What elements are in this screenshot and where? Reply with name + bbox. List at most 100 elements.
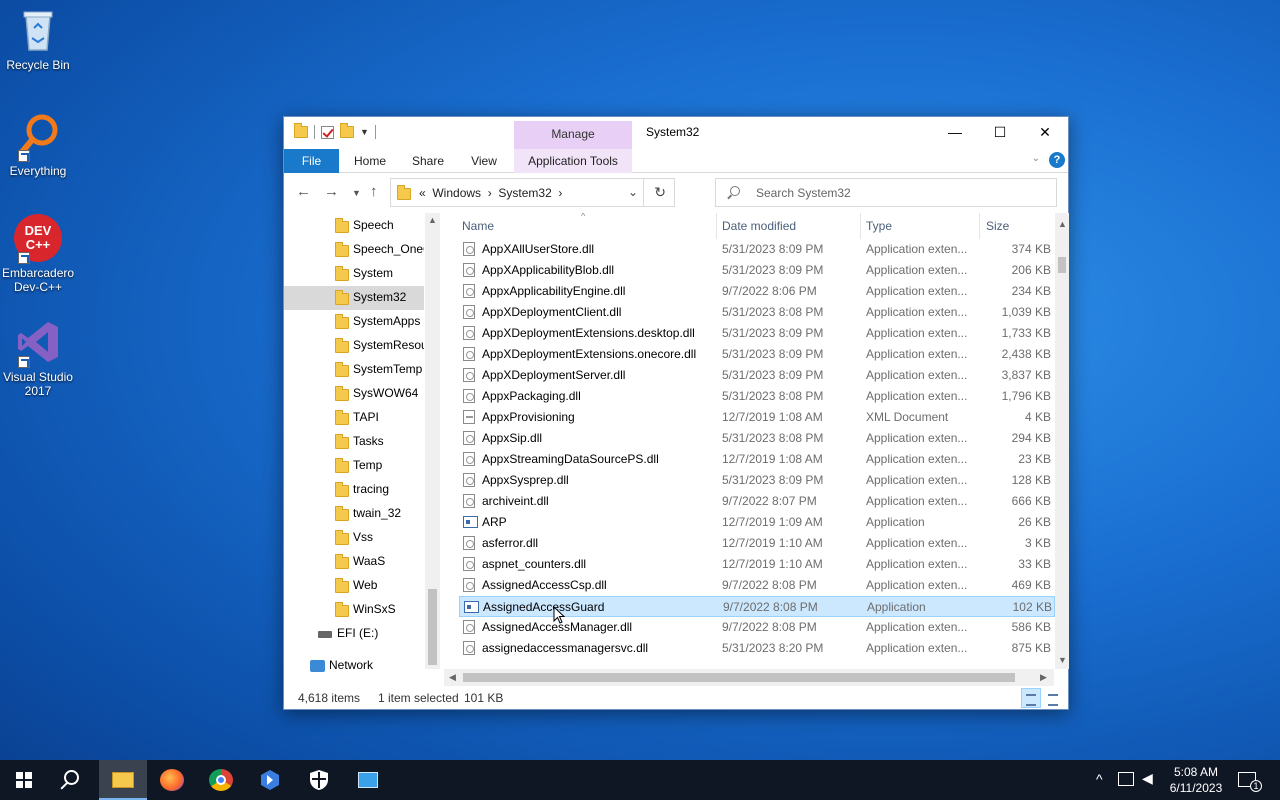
table-row[interactable]: AppXDeploymentServer.dll 5/31/2023 8:09 P… xyxy=(459,365,1055,386)
scroll-left-icon[interactable]: ◀ xyxy=(449,672,456,683)
column-header-name[interactable]: Name xyxy=(462,219,494,233)
taskbar-app[interactable] xyxy=(344,760,392,800)
breadcrumb-separator[interactable]: › xyxy=(558,186,562,200)
nav-item-folder[interactable]: SystemResources xyxy=(284,334,424,358)
tab-file[interactable]: File xyxy=(284,149,339,173)
scroll-up-icon[interactable]: ▲ xyxy=(1058,219,1067,229)
clock[interactable]: 5:08 AM 6/11/2023 xyxy=(1166,764,1226,796)
taskbar-chrome[interactable] xyxy=(197,760,245,800)
table-row[interactable]: AppxSysprep.dll 5/31/2023 8:09 PM Applicat… xyxy=(459,470,1055,491)
table-row[interactable]: AppXDeploymentClient.dll 5/31/2023 8:08 P… xyxy=(459,302,1055,323)
table-row[interactable]: AppXDeploymentExtensions.desktop.dll 5/31… xyxy=(459,323,1055,344)
up-arrow-icon[interactable]: ↑ xyxy=(370,183,378,200)
minimize-button[interactable]: — xyxy=(932,117,978,147)
tab-application-tools[interactable]: Application Tools xyxy=(514,149,632,173)
nav-item-folder[interactable]: SystemApps xyxy=(284,310,424,334)
tab-home[interactable]: Home xyxy=(348,149,392,173)
help-icon[interactable]: ? xyxy=(1049,152,1065,168)
customize-toolbar-chevron-down-icon[interactable]: ▼ xyxy=(360,127,369,137)
horizontal-scrollbar[interactable]: ◀ ▶ xyxy=(444,669,1054,686)
table-row[interactable]: AssignedAccessCsp.dll 9/7/2022 8:08 PM App… xyxy=(459,575,1055,596)
address-history-chevron-down-icon[interactable]: ⌄ xyxy=(628,185,638,199)
column-divider[interactable] xyxy=(860,213,861,239)
title-bar[interactable]: ▼ Manage System32 — ☐ ✕ xyxy=(284,117,1068,149)
details-view-button[interactable] xyxy=(1021,688,1041,708)
breadcrumb-separator[interactable]: › xyxy=(488,186,492,200)
taskbar-file-explorer[interactable] xyxy=(99,760,147,800)
start-button[interactable] xyxy=(0,760,48,800)
table-row[interactable]: AppXAllUserStore.dll 5/31/2023 8:09 PM App… xyxy=(459,239,1055,260)
table-row[interactable]: AppxProvisioning 12/7/2019 1:08 AM XML Doc… xyxy=(459,407,1055,428)
nav-item-folder[interactable]: tracing xyxy=(284,478,424,502)
nav-item-folder[interactable]: WaaS xyxy=(284,550,424,574)
recent-locations-chevron-down-icon[interactable]: ▼ xyxy=(352,188,361,198)
nav-item-folder[interactable]: Tasks xyxy=(284,430,424,454)
properties-icon[interactable] xyxy=(321,125,334,139)
desktop-icon-visual-studio[interactable]: Visual Studio 2017 xyxy=(2,318,74,398)
nav-item-folder[interactable]: Speech xyxy=(284,214,424,238)
nav-item-folder[interactable]: Temp xyxy=(284,454,424,478)
column-header-size[interactable]: Size xyxy=(986,219,1009,233)
nav-item-network[interactable]: Network xyxy=(284,654,424,678)
table-row[interactable]: AppXDeploymentExtensions.onecore.dll 5/31… xyxy=(459,344,1055,365)
tab-view[interactable]: View xyxy=(464,149,504,173)
table-row[interactable]: archiveint.dll 9/7/2022 8:07 PM Applicatio… xyxy=(459,491,1055,512)
refresh-icon[interactable]: ↻ xyxy=(654,184,666,201)
table-row[interactable]: asferror.dll 12/7/2019 1:10 AM Application… xyxy=(459,533,1055,554)
scrollbar-thumb[interactable] xyxy=(463,673,1015,682)
nav-item-drive[interactable]: EFI (E:) xyxy=(284,622,424,646)
address-bar[interactable]: « Windows › System32 › ⌄ ↻ xyxy=(390,178,675,207)
scroll-down-icon[interactable]: ▼ xyxy=(1058,655,1067,665)
scroll-right-icon[interactable]: ▶ xyxy=(1040,672,1047,683)
nav-pane-scrollbar[interactable]: ▲ xyxy=(425,213,440,669)
column-header-date-modified[interactable]: Date modified xyxy=(722,219,796,233)
column-divider[interactable] xyxy=(716,213,717,239)
breadcrumb-system32[interactable]: System32 xyxy=(498,186,551,200)
nav-item-folder[interactable]: Vss xyxy=(284,526,424,550)
table-row[interactable]: AssignedAccessGuard 9/7/2022 8:08 PM Appli… xyxy=(459,596,1055,617)
large-icons-view-button[interactable] xyxy=(1043,688,1063,708)
table-row[interactable]: AppXApplicabilityBlob.dll 5/31/2023 8:09 … xyxy=(459,260,1055,281)
nav-item-folder[interactable]: TAPI xyxy=(284,406,424,430)
breadcrumb-windows[interactable]: Windows xyxy=(432,186,481,200)
network-icon[interactable] xyxy=(1118,772,1134,786)
expand-ribbon-chevron-down-icon[interactable]: ⌄ xyxy=(1032,153,1040,164)
search-box[interactable]: Search System32 xyxy=(715,178,1057,207)
scroll-up-icon[interactable]: ▲ xyxy=(428,215,437,225)
table-row[interactable]: aspnet_counters.dll 12/7/2019 1:10 AM Appl… xyxy=(459,554,1055,575)
nav-item-folder[interactable]: Speech_OneCore xyxy=(284,238,424,262)
nav-item-folder[interactable]: System xyxy=(284,262,424,286)
file-list-scrollbar[interactable]: ▲ ▼ xyxy=(1055,213,1069,669)
nav-item-folder[interactable]: twain_32 xyxy=(284,502,424,526)
new-folder-icon[interactable] xyxy=(340,123,354,138)
table-row[interactable]: AssignedAccessManager.dll 9/7/2022 8:08 P… xyxy=(459,617,1055,638)
column-divider[interactable] xyxy=(979,213,980,239)
tab-manage[interactable]: Manage xyxy=(514,121,632,149)
table-row[interactable]: AppxApplicabilityEngine.dll 9/7/2022 8:06… xyxy=(459,281,1055,302)
back-arrow-icon[interactable]: ← xyxy=(296,183,311,200)
nav-item-folder[interactable]: Web xyxy=(284,574,424,598)
taskbar-bing-app[interactable] xyxy=(246,760,294,800)
desktop-icon-everything[interactable]: Everything xyxy=(2,112,74,178)
forward-arrow-icon[interactable]: → xyxy=(324,183,339,200)
table-row[interactable]: assignedaccessmanagersvc.dll 5/31/2023 8:… xyxy=(459,638,1055,659)
scrollbar-thumb[interactable] xyxy=(1058,257,1066,273)
maximize-button[interactable]: ☐ xyxy=(977,117,1023,147)
nav-item-folder[interactable]: SystemTemp xyxy=(284,358,424,382)
taskbar-security[interactable] xyxy=(295,760,343,800)
close-button[interactable]: ✕ xyxy=(1022,117,1068,147)
nav-item-folder[interactable]: System32 xyxy=(284,286,424,310)
column-header-type[interactable]: Type xyxy=(866,219,892,233)
nav-item-folder[interactable]: SysWOW64 xyxy=(284,382,424,406)
table-row[interactable]: AppxSip.dll 5/31/2023 8:08 PM Application … xyxy=(459,428,1055,449)
desktop-icon-recycle-bin[interactable]: Recycle Bin xyxy=(2,6,74,72)
volume-muted-icon[interactable]: ◀ xyxy=(1142,770,1153,800)
show-hidden-icons-chevron-up-icon[interactable]: ^ xyxy=(1096,771,1103,800)
table-row[interactable]: ARP 12/7/2019 1:09 AM Application 26 KB xyxy=(459,512,1055,533)
nav-item-folder[interactable]: WinSxS xyxy=(284,598,424,622)
scrollbar-thumb[interactable] xyxy=(428,589,437,665)
desktop-icon-devcpp[interactable]: DEV C++ Embarcadero Dev-C++ xyxy=(2,214,74,294)
taskbar-search-button[interactable] xyxy=(48,760,96,800)
taskbar-firefox[interactable] xyxy=(148,760,196,800)
tab-share[interactable]: Share xyxy=(406,149,450,173)
